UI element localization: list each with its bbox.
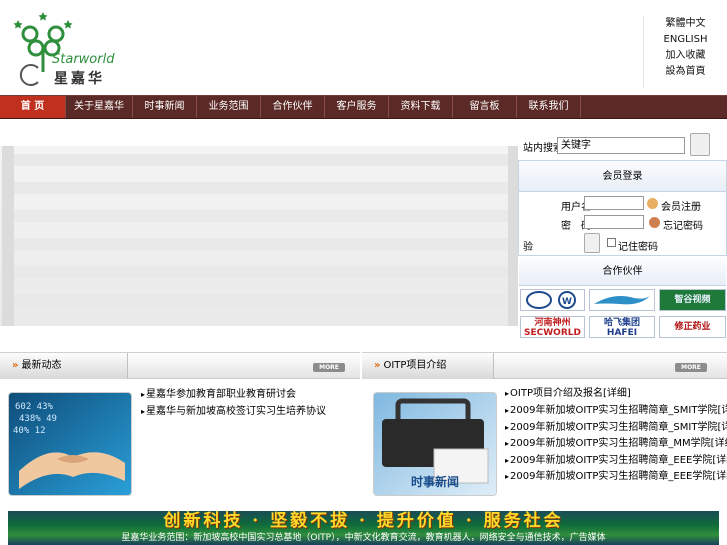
oitp-list-item[interactable]: ▸OITP项目介绍及报名[详细] [505,384,631,399]
search-button[interactable] [690,133,710,156]
register-icon [647,198,658,209]
link-traditional-chinese[interactable]: 繁體中文 [644,16,727,32]
nav-about[interactable]: 关于星嘉华 [66,96,133,118]
utility-links: 繁體中文 ENGLISH 加入收藏 設為首頁 [643,16,727,88]
orange-arrows-icon: » [374,360,381,371]
orange-arrows-icon: » [12,360,19,371]
oitp-item-title: 2009年新加坡OITP实习生招聘简章_MM学院[详细] [510,438,727,449]
hawk-logo-icon [594,296,650,305]
partner-logo-faw-vw[interactable]: W [520,289,585,311]
partners-title: 合作伙伴 [519,258,726,286]
svg-text:W: W [562,297,572,307]
remember-checkbox[interactable] [607,238,616,247]
news-section-title: 最新动态 [21,360,62,371]
hafei-logo-text: 哈飞集团 HAFEI GROUP [603,318,640,338]
oitp-section-header: » OITP项目介绍 MORE [362,352,727,379]
nav-customer-service[interactable]: 客户服务 [325,96,389,118]
oitp-section-title: OITP项目介绍 [383,360,447,371]
register-link[interactable]: 会员注册 [661,198,701,213]
link-english[interactable]: ENGLISH [644,32,727,48]
password-input[interactable] [584,215,644,229]
news-item-title: 星嘉华与新加坡高校签订实习生培养协议 [146,406,327,417]
oitp-item-title: 2009年新加坡OITP实习生招聘简章_EEE学院[详细] [510,471,727,482]
search-input[interactable]: 关键字 [557,137,685,154]
brand-logo[interactable]: Starworld 星嘉华 [12,10,130,87]
oitp-list-item[interactable]: ▸2009年新加坡OITP实习生招聘简章_EEE学院[详细] [505,467,727,482]
oitp-list-item[interactable]: ▸2009年新加坡OITP实习生招聘简章_MM学院[详细] [505,434,727,449]
handshake-icon: 602 43% 438% 49 40% 12 [9,393,131,495]
footer-slogan: 创新科技 · 坚毅不拔 · 提升价值 · 服务社会 [163,511,564,531]
link-set-homepage[interactable]: 設為首頁 [644,64,727,80]
main-nav: 首 页 关于星嘉华 时事新闻 业务范围 合作伙伴 客户服务 资料下载 留言板 联… [0,95,727,119]
forgot-password-link[interactable]: 忘记密码 [663,217,703,232]
oitp-list-item[interactable]: ▸2009年新加坡OITP实习生招聘简章_SMIT学院[详细] [505,401,727,416]
oitp-item-title: 2009年新加坡OITP实习生招聘简章_SMIT学院[详细] [510,422,727,433]
link-add-favorite[interactable]: 加入收藏 [644,48,727,64]
brand-name-zh: 星嘉华 [54,71,105,87]
svg-text:40% 12: 40% 12 [13,426,46,436]
footer-business-scope: 星嘉华业务范围：新加坡高校中国实习总基地（OITP），中新文化教育交流，教育机器… [121,533,606,543]
oitp-item-title: 2009年新加坡OITP实习生招聘简章_SMIT学院[详细] [510,405,727,416]
brand-name-en: Starworld [52,52,115,67]
partner-logo-zhigu[interactable]: 智谷视频 [659,289,726,311]
remember-label: 记住密码 [618,242,658,253]
oitp-thumbnail[interactable]: 时事新闻 [373,392,497,496]
news-item-title: 星嘉华参加教育部职业教育研讨会 [146,389,297,400]
news-section-tab: » 最新动态 [0,353,128,379]
news-more-button[interactable]: MORE [313,363,345,372]
partner-logo-secworld[interactable]: 河南神州 SECWORLD [520,316,585,338]
faw-vw-logo-icon: W [526,291,576,309]
verify-label: 验 [523,242,533,253]
oitp-list-item[interactable]: ▸2009年新加坡OITP实习生招聘简章_EEE学院[详细] [505,451,727,466]
news-list-item[interactable]: ▸星嘉华参加教育部职业教育研讨会 [141,385,296,400]
svg-text:438% 49: 438% 49 [19,414,57,424]
nav-home[interactable]: 首 页 [0,96,66,118]
nav-business[interactable]: 业务范围 [197,96,261,118]
svg-text:602 43%: 602 43% [15,402,54,412]
news-section-header: » 最新动态 MORE [0,352,360,379]
oitp-more-button[interactable]: MORE [675,363,707,372]
oitp-section-tab: » OITP项目介绍 [362,353,494,379]
news-thumbnail[interactable]: 602 43% 438% 49 40% 12 [8,392,132,496]
nav-contact[interactable]: 联系我们 [517,96,581,118]
banner-area [0,146,518,326]
partner-logo-xiuzheng[interactable]: 修正药业 [659,316,726,338]
oitp-thumb-caption: 时事新闻 [410,475,459,489]
oitp-item-title: OITP项目介绍及报名[详细] [510,388,631,399]
banner-right-edge [508,146,518,326]
login-button[interactable] [584,233,600,253]
login-title: 会员登录 [519,161,726,192]
nav-guestbook[interactable]: 留言板 [453,96,517,118]
news-list-item[interactable]: ▸星嘉华与新加坡高校签订实习生培养协议 [141,402,326,417]
nav-news[interactable]: 时事新闻 [133,96,197,118]
username-input[interactable] [584,196,644,210]
oitp-item-title: 2009年新加坡OITP实习生招聘简章_EEE学院[详细] [510,455,727,466]
nav-partners[interactable]: 合作伙伴 [261,96,325,118]
partner-logo-hafei[interactable]: 哈飞集团 HAFEI GROUP [589,316,655,338]
partner-logo-hawk[interactable] [589,289,655,311]
secworld-logo-text: 河南神州 SECWORLD [524,318,581,338]
oitp-list-item[interactable]: ▸2009年新加坡OITP实习生招聘简章_SMIT学院[详细] [505,418,727,433]
nav-downloads[interactable]: 资料下载 [389,96,453,118]
user-icon [649,217,660,228]
banner-left-edge [2,146,14,326]
